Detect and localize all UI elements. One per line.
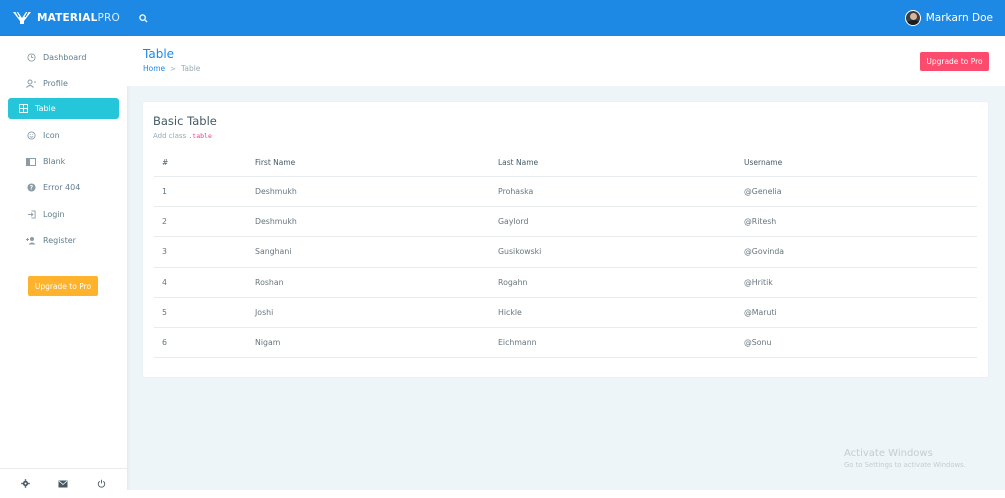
help-icon: ? [26,183,36,193]
sidebar-upgrade-button[interactable]: Upgrade to Pro [28,276,98,296]
sidebar-item-label: Dashboard [43,52,87,62]
top-navigation: Markarn Doe [127,0,1005,36]
topbar: MATERIALPRO Markarn Doe [0,0,1005,36]
profile-icon [26,78,36,88]
sidebar-item-label: Error 404 [43,183,81,193]
table-cell: 3 [162,247,167,257]
breadcrumb-current: Table [181,64,201,73]
column-header: First Name [255,158,296,167]
table-cell: 6 [162,338,167,348]
table-cell: 2 [162,217,167,227]
column-header: # [162,158,169,167]
table-cell: Gaylord [498,217,529,227]
power-icon[interactable] [95,477,109,491]
data-table: # First Name Last Name Username 1 Deshmu… [154,149,977,359]
footer-strip [127,490,1005,498]
activation-watermark: Activate Windows Go to Settings to activ… [844,448,966,469]
table-cell: Nigam [255,338,281,348]
header-upgrade-button[interactable]: Upgrade to Pro [920,52,989,71]
table-row: 3 Sanghani Gusikowski @Govinda [154,237,977,268]
table-cell: @Ritesh [744,217,777,227]
table-row: 4 Roshan Rogahn @Hritik [154,268,977,298]
table-cell: @Hritik [744,277,773,287]
sidebar-item-label: Profile [43,78,68,88]
table-cell: Roshan [255,277,284,287]
sidebar-item-register[interactable]: Register [8,227,119,253]
table-cell: Gusikowski [498,247,542,257]
table-row: 6 Nigam Eichmann @Sonu [154,328,977,359]
search-icon[interactable] [135,10,151,26]
table-cell: Deshmukh [255,217,297,227]
table-cell: Prohaska [498,187,534,197]
sidebar-item-profile[interactable]: Profile [8,70,119,96]
gear-icon[interactable] [18,477,32,491]
smiley-icon [26,130,36,140]
page-title: Table [143,47,175,61]
table-cell: Hickle [498,307,522,317]
table-row: 2 Deshmukh Gaylord @Ritesh [154,207,977,238]
card-title: Basic Table [153,114,217,128]
table-cell: @Maruti [744,307,777,317]
sidebar: Dashboard Profile Table Icon Blank ? Err… [0,36,127,498]
table-row: 5 Joshi Hickle @Maruti [154,298,977,328]
logo-icon [13,11,31,24]
mail-icon[interactable] [56,477,70,491]
sidebar-item-icon[interactable]: Icon [8,122,119,148]
table-cell: @Genelia [744,187,782,197]
column-header: Username [744,158,783,167]
logo[interactable]: MATERIALPRO [0,0,127,36]
brand-name: MATERIALPRO [37,12,121,24]
table-cell: 1 [162,187,167,197]
sidebar-item-label: Icon [43,130,60,140]
table-cell: 5 [162,307,167,317]
table-icon [18,104,28,114]
sidebar-item-table[interactable]: Table [8,98,119,120]
sidebar-item-login[interactable]: Login [8,201,119,227]
user-menu[interactable]: Markarn Doe [904,10,993,26]
table-cell: @Govinda [744,247,785,257]
sidebar-footer [0,468,127,498]
blank-page-icon [26,157,36,167]
table-cell: Sanghani [255,247,292,257]
table-cell: @Sonu [744,338,772,348]
code-snippet: .table [188,132,212,140]
sidebar-nav: Dashboard Profile Table Icon Blank ? Err… [0,36,127,253]
table-row: 1 Deshmukh Prohaska @Genelia [154,177,977,208]
sidebar-item-dashboard[interactable]: Dashboard [8,44,119,70]
breadcrumb-home-link[interactable]: Home [143,64,165,73]
dashboard-icon [26,52,36,62]
table-cell: Eichmann [498,338,537,348]
sidebar-item-label: Register [43,235,76,245]
watermark-subtitle: Go to Settings to activate Windows. [844,461,966,469]
watermark-title: Activate Windows [844,448,933,459]
user-name: Markarn Doe [925,12,993,24]
login-icon [26,209,36,219]
table-cell: Deshmukh [255,187,297,197]
table-cell: Rogahn [498,277,528,287]
basic-table-card: Basic Table Add class .table # First Nam… [143,102,988,377]
sidebar-item-label: Login [43,209,65,219]
sidebar-item-error-404[interactable]: ? Error 404 [8,175,119,201]
breadcrumb: Home > Table [143,64,200,73]
sidebar-item-label: Table [35,104,56,114]
breadcrumb-separator: > [170,64,177,73]
table-cell: 4 [162,277,167,287]
sidebar-item-label: Blank [43,157,66,167]
page-title-bar: Table Home > Table Upgrade to Pro [127,36,1005,86]
table-header-row: # First Name Last Name Username [154,149,977,177]
card-subtitle: Add class .table [153,132,212,140]
column-header: Last Name [498,158,539,167]
table-cell: Joshi [255,307,274,317]
sidebar-item-blank[interactable]: Blank [8,149,119,175]
avatar [904,10,921,26]
register-icon [26,235,36,245]
